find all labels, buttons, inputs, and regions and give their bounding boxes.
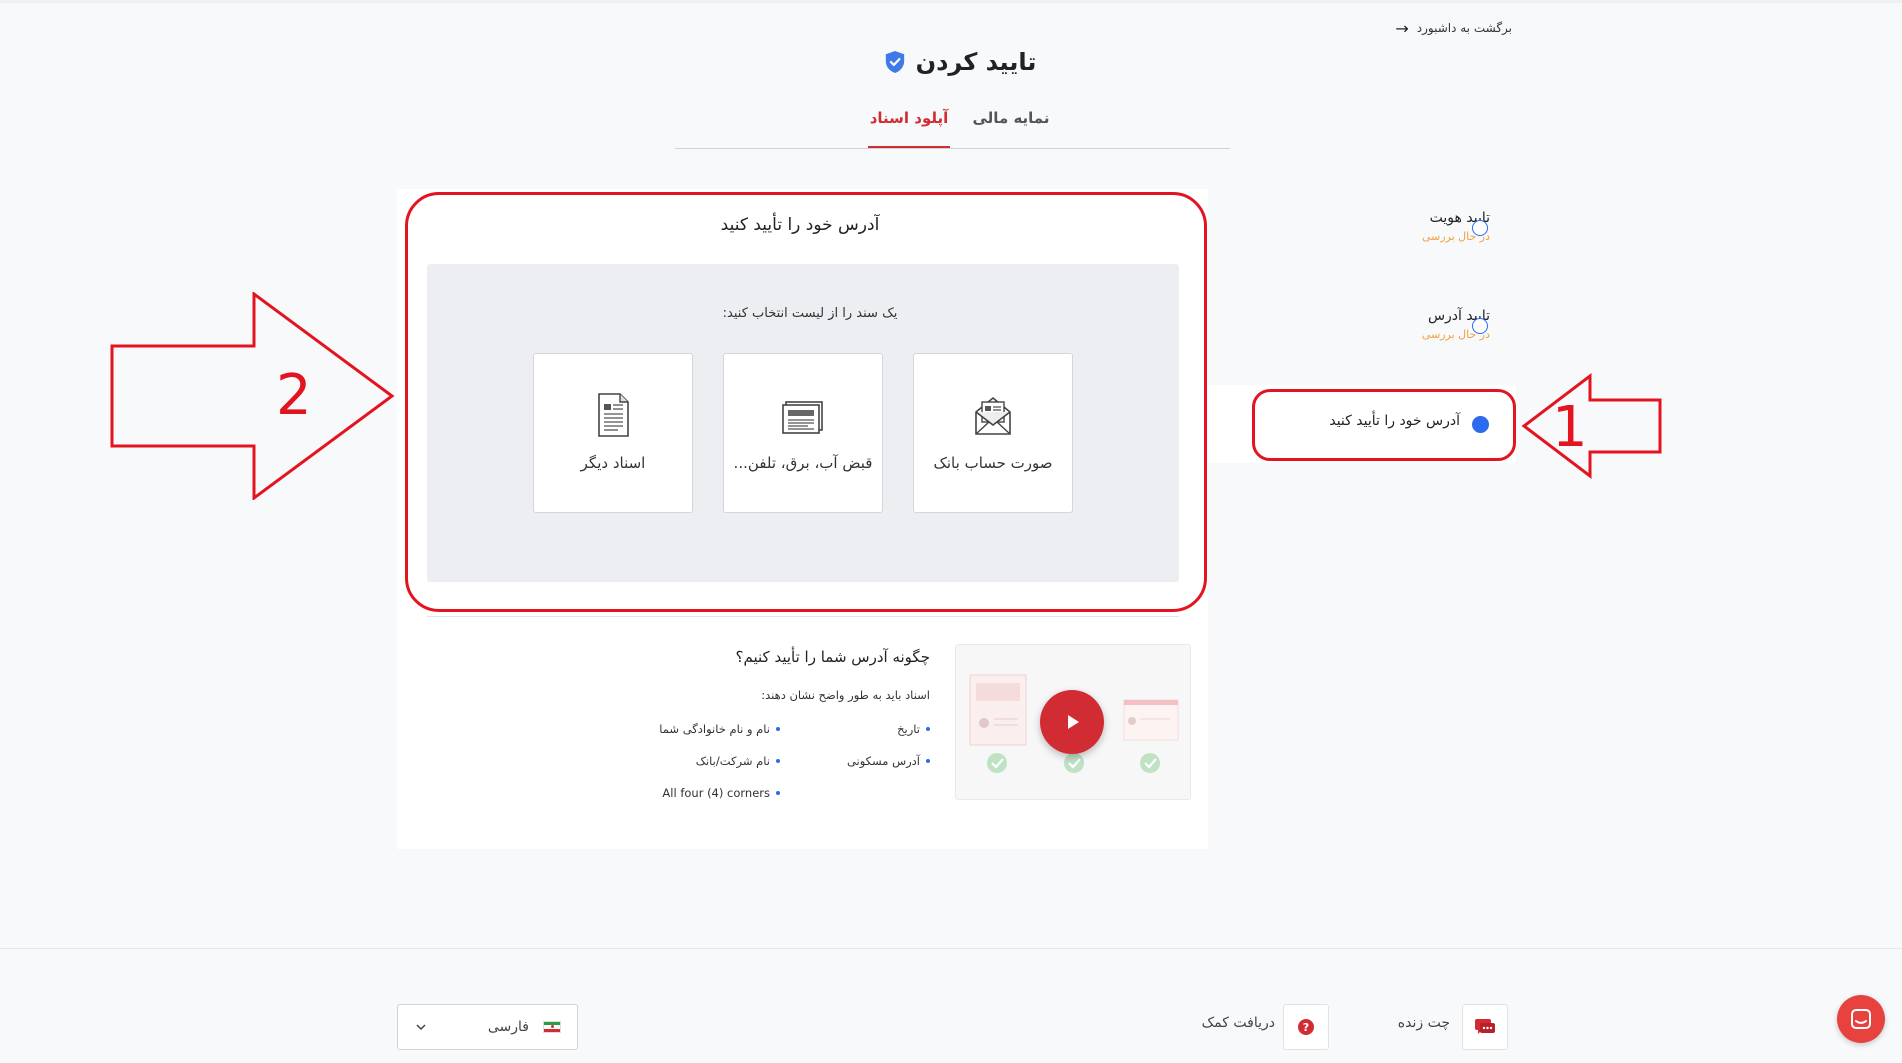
step-radio-address[interactable] bbox=[1472, 318, 1488, 334]
requirement-item: نام و نام خانوادگی شما bbox=[600, 720, 780, 738]
shield-check-icon bbox=[885, 51, 904, 73]
chat-launcher-icon bbox=[1851, 1009, 1871, 1029]
tab-bar: نمایه مالی آپلود اسناد bbox=[675, 105, 1230, 149]
language-value: فارسی bbox=[488, 1019, 561, 1035]
play-video-button[interactable] bbox=[1040, 690, 1104, 754]
tab-upload-documents[interactable]: آپلود اسناد bbox=[868, 109, 950, 148]
bullet-dot bbox=[776, 759, 780, 763]
page-title-text: تایید کردن bbox=[915, 48, 1037, 76]
tab-financial-profile[interactable]: نمایه مالی bbox=[970, 109, 1052, 148]
requirement-text: نام و نام خانوادگی شما bbox=[659, 722, 770, 736]
language-select[interactable]: فارسی bbox=[397, 1004, 578, 1050]
how-to-title: چگونه آدرس شما را تأیید کنیم؟ bbox=[735, 648, 930, 666]
requirement-item: تاریخ bbox=[800, 720, 930, 738]
play-icon bbox=[1068, 715, 1079, 729]
help-label[interactable]: دریافت کمک bbox=[1185, 1015, 1275, 1031]
language-label: فارسی bbox=[487, 1019, 529, 1035]
annotation-arrow-2 bbox=[110, 292, 395, 500]
requirement-text: آدرس مسکونی bbox=[846, 754, 920, 768]
requirement-item: All four (4) corners bbox=[600, 784, 780, 802]
bullet-dot bbox=[776, 791, 780, 795]
requirement-text: نام شرکت/بانک bbox=[695, 754, 770, 768]
requirement-text: تاریخ bbox=[897, 722, 920, 736]
chat-bubbles-icon bbox=[1475, 1019, 1495, 1034]
footer-divider bbox=[0, 948, 1902, 949]
back-link-label: برگشت به داشبورد bbox=[1416, 21, 1512, 35]
iran-flag-icon bbox=[543, 1021, 561, 1033]
help-button[interactable]: ? bbox=[1283, 1004, 1329, 1050]
live-chat-button[interactable] bbox=[1462, 1004, 1508, 1050]
how-to-subtitle: اسناد باید به طور واضح نشان دهند: bbox=[761, 688, 930, 702]
requirement-text: All four (4) corners bbox=[662, 786, 770, 800]
svg-text:?: ? bbox=[1303, 1021, 1309, 1034]
question-circle-icon: ? bbox=[1298, 1019, 1314, 1035]
bullet-dot bbox=[776, 727, 780, 731]
arrow-right-icon: → bbox=[1395, 18, 1409, 38]
top-divider bbox=[0, 0, 1902, 3]
live-chat-label[interactable]: چت زنده bbox=[1380, 1015, 1450, 1031]
annotation-arrow-1 bbox=[1521, 372, 1662, 480]
annotation-number-1: 1 bbox=[1552, 395, 1588, 460]
requirement-item: نام شرکت/بانک bbox=[600, 752, 780, 770]
step-radio-identity[interactable] bbox=[1472, 220, 1488, 236]
annotation-highlight-box-2 bbox=[405, 192, 1207, 612]
bullet-dot bbox=[926, 759, 930, 763]
page-title: تایید کردن bbox=[790, 42, 1130, 82]
annotation-number-2: 2 bbox=[276, 363, 312, 428]
messenger-launcher-button[interactable] bbox=[1837, 995, 1885, 1043]
bullet-dot bbox=[926, 727, 930, 731]
annotation-highlight-box-1 bbox=[1252, 389, 1516, 461]
back-to-dashboard-link[interactable]: → برگشت به داشبورد bbox=[1380, 17, 1512, 39]
chevron-down-icon bbox=[416, 1024, 426, 1031]
section-divider bbox=[427, 616, 1179, 617]
requirement-item: آدرس مسکونی bbox=[800, 752, 930, 770]
